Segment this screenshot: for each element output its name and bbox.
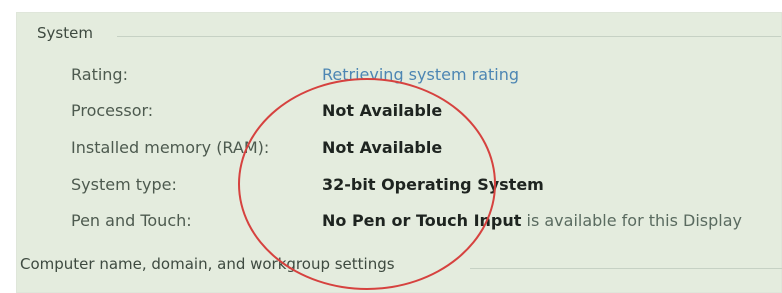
processor-label: Processor: [71, 101, 154, 120]
memory-label: Installed memory (RAM): [71, 138, 270, 157]
pen-touch-value-main: No Pen or Touch Input [322, 211, 522, 230]
group-divider [117, 36, 781, 37]
system-type-value: 32-bit Operating System [322, 175, 544, 194]
system-type-label: System type: [71, 175, 177, 194]
pen-touch-value: No Pen or Touch Input is available for t… [322, 210, 742, 232]
system-group-title: System [37, 24, 99, 42]
memory-value: Not Available [322, 138, 443, 157]
pen-touch-label: Pen and Touch: [71, 211, 192, 230]
group-divider-2 [470, 268, 782, 269]
rating-label: Rating: [71, 65, 128, 84]
pen-touch-value-rest: is available for this Display [521, 211, 743, 230]
computer-group-title: Computer name, domain, and workgroup set… [20, 255, 401, 273]
processor-value: Not Available [322, 101, 443, 120]
system-properties-panel: System Rating: Retrieving system rating … [16, 12, 782, 293]
rating-link[interactable]: Retrieving system rating [322, 64, 519, 86]
